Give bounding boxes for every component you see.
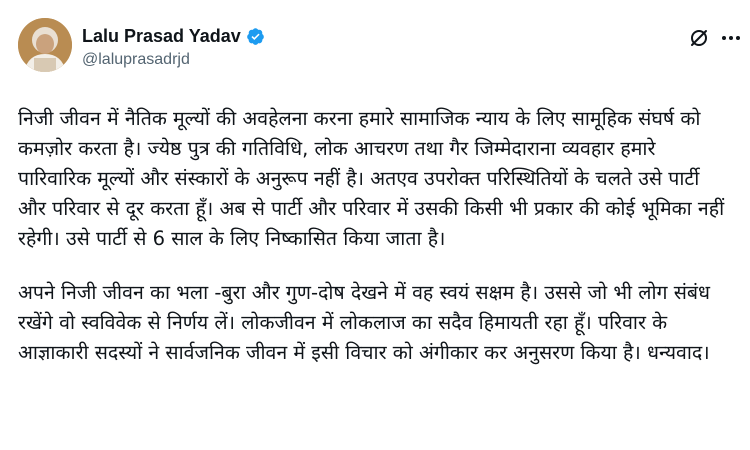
handle[interactable]: @laluprasadrjd	[82, 51, 265, 69]
tweet-paragraph-2: अपने निजी जीवन का भला -बुरा और गुण-दोष द…	[18, 281, 711, 364]
display-name[interactable]: Lalu Prasad Yadav	[82, 26, 241, 47]
tweet: Lalu Prasad Yadav @laluprasadrjd निजी जी…	[0, 0, 750, 450]
grok-icon[interactable]	[688, 27, 710, 49]
more-options-icon[interactable]	[720, 30, 742, 46]
tweet-paragraph-1: निजी जीवन में नैतिक मूल्यों की अवहेलना क…	[18, 107, 725, 250]
verified-badge-icon[interactable]	[246, 27, 265, 46]
name-row: Lalu Prasad Yadav	[82, 26, 265, 47]
tweet-header: Lalu Prasad Yadav @laluprasadrjd	[18, 18, 732, 78]
tweet-body: निजी जीवन में नैतिक मूल्यों की अवहेलना क…	[18, 104, 730, 368]
author-names: Lalu Prasad Yadav @laluprasadrjd	[82, 18, 265, 69]
avatar[interactable]	[18, 18, 72, 72]
